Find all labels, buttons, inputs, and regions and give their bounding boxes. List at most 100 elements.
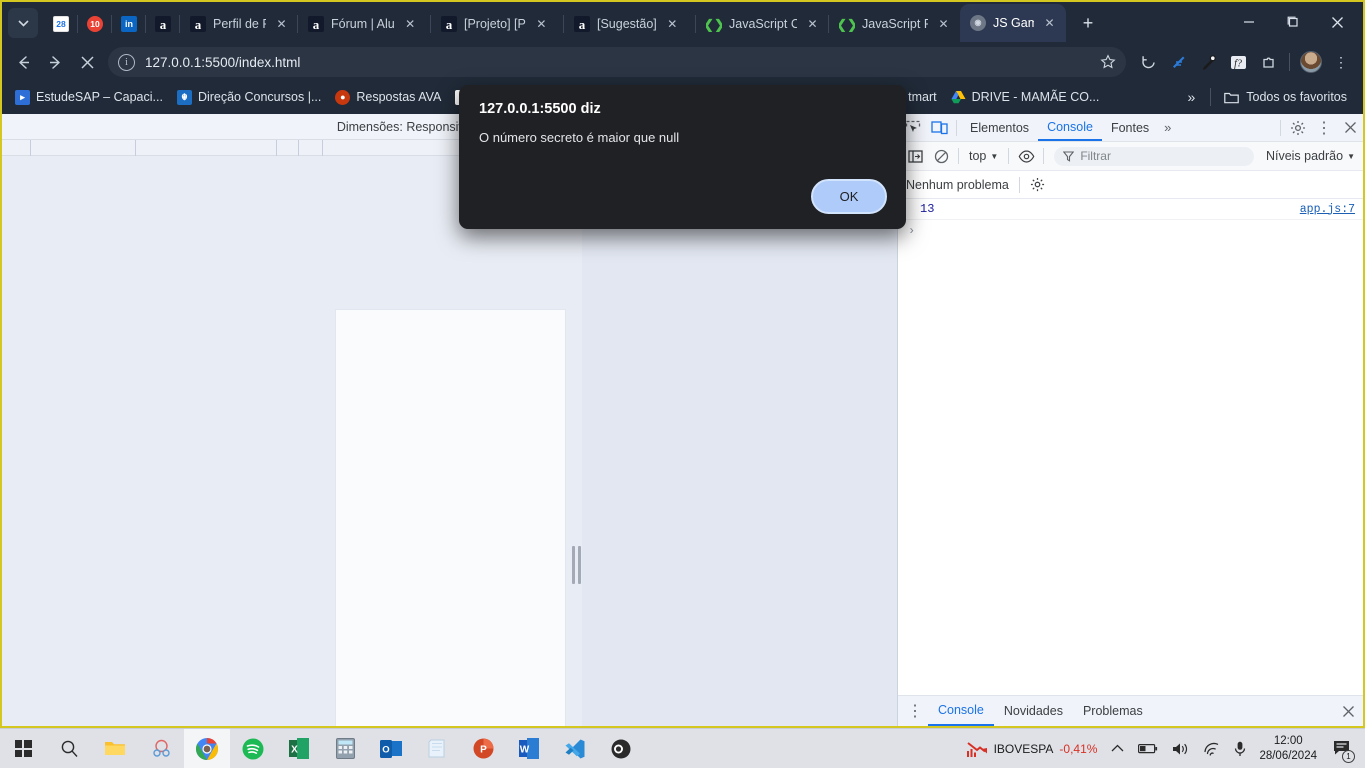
stock-widget[interactable]: IBOVESPA -0,41% (959, 740, 1105, 758)
clock-widget[interactable]: 12:00 28/06/2024 (1253, 734, 1323, 763)
tab-close-icon[interactable]: ✕ (935, 16, 952, 33)
stop-loading-button[interactable] (72, 47, 102, 77)
viewport-resize-handle-horizontal[interactable] (570, 546, 582, 584)
tab-alura-pinned[interactable]: a (146, 6, 180, 42)
tab-close-icon[interactable]: ✕ (664, 16, 681, 33)
tab-perfil-de-pessoa[interactable]: a Perfil de Pe ✕ (180, 6, 298, 42)
battery-icon[interactable] (1131, 742, 1165, 755)
drawer-tab-problemas[interactable]: Problemas (1073, 696, 1153, 726)
drawer-more-icon[interactable]: ⋮ (902, 699, 928, 723)
drawer-tab-console[interactable]: Console (928, 696, 994, 726)
obs-icon[interactable] (598, 729, 644, 768)
tab-elementos[interactable]: Elementos (961, 114, 1038, 141)
console-filter-input[interactable]: Filtrar (1054, 146, 1254, 166)
vscode-icon[interactable] (552, 729, 598, 768)
search-icon[interactable] (46, 729, 92, 768)
eyedropper-icon[interactable] (1194, 48, 1222, 76)
tab-console[interactable]: Console (1038, 114, 1102, 141)
volume-icon[interactable] (1165, 742, 1196, 756)
bookmark-item[interactable]: DRIVE - MAMÃE CO... (944, 87, 1107, 108)
wifi-icon[interactable] (1196, 742, 1227, 756)
bookmark-item[interactable]: ▸ EstudeSAP – Capaci... (8, 87, 170, 108)
drawer-tab-novidades[interactable]: Novidades (994, 696, 1073, 726)
all-bookmarks-button[interactable]: Todos os favoritos (1216, 87, 1355, 108)
microphone-icon[interactable] (1227, 741, 1253, 757)
log-source-link[interactable]: app.js:7 (1300, 203, 1355, 216)
minimize-button[interactable] (1227, 6, 1271, 38)
svg-text:P: P (480, 745, 487, 756)
tab-label: JS Game (993, 16, 1034, 30)
tab-search-chevron-icon[interactable] (8, 8, 38, 38)
spotify-icon[interactable] (230, 729, 276, 768)
avatar[interactable] (1297, 48, 1325, 76)
blue-pen-icon[interactable] (1164, 48, 1192, 76)
word-icon[interactable]: W (506, 729, 552, 768)
tab-projeto[interactable]: a [Projeto] [P ✕ (431, 6, 564, 42)
maximize-button[interactable] (1271, 6, 1315, 38)
dialog-ok-button[interactable]: OK (811, 179, 887, 214)
close-window-button[interactable] (1315, 6, 1359, 38)
calculator-icon[interactable] (322, 729, 368, 768)
console-log-row[interactable]: 13 app.js:7 (898, 199, 1363, 220)
outlook-icon[interactable]: O (368, 729, 414, 768)
gear-icon[interactable] (1030, 177, 1045, 192)
bookmark-item[interactable]: tmart (901, 87, 943, 107)
tab-js-game[interactable]: ◉ JS Game ✕ (960, 4, 1066, 42)
tab-close-icon[interactable]: ✕ (402, 16, 419, 33)
powerpoint-icon[interactable]: P (460, 729, 506, 768)
chrome-menu-icon[interactable]: ⋮ (1327, 48, 1355, 76)
new-tab-button[interactable]: + (1074, 9, 1102, 37)
console-output[interactable]: 13 app.js:7 › (898, 199, 1363, 695)
function-fx-icon[interactable]: f? (1224, 48, 1252, 76)
address-bar[interactable]: i 127.0.0.1:5500/index.html (108, 47, 1126, 77)
tab-gcal[interactable]: 28 (44, 6, 78, 42)
tab-close-icon[interactable]: ✕ (273, 16, 290, 33)
bookmark-item[interactable]: ☬ Direção Concursos |... (170, 87, 328, 108)
tab-javascript-p[interactable]: ❮❯ JavaScript P ✕ (829, 6, 960, 42)
tab-close-icon[interactable]: ✕ (804, 16, 821, 33)
sticky-notes-icon[interactable] (414, 729, 460, 768)
devtools-close-icon[interactable] (1337, 116, 1363, 140)
tab-javascript-c[interactable]: ❮❯ JavaScript C ✕ (696, 6, 829, 42)
notifications-icon[interactable]: 1 (1323, 737, 1361, 763)
tab-close-icon[interactable]: ✕ (1041, 15, 1058, 32)
windows-start-icon[interactable] (0, 729, 46, 768)
linkedin-icon: in (121, 16, 137, 32)
system-tray: IBOVESPA -0,41% 12:00 28/06/2024 1 (959, 734, 1365, 763)
console-divider (958, 148, 959, 164)
log-levels-dropdown[interactable]: Níveis padrão ▼ (1260, 149, 1361, 163)
console-prompt[interactable]: › (898, 220, 1363, 242)
tab-linkedin[interactable]: in (112, 6, 146, 42)
devtools-more-icon[interactable]: ⋮ (1311, 116, 1337, 140)
devtools-divider (956, 119, 957, 136)
sync-refresh-icon[interactable] (1134, 48, 1162, 76)
execution-context-dropdown[interactable]: top ▼ (963, 149, 1004, 163)
context-label: top (969, 149, 987, 163)
snipping-tool-icon[interactable] (138, 729, 184, 768)
live-expression-icon[interactable] (1013, 144, 1039, 168)
bookmarks-overflow-icon[interactable]: » (1177, 87, 1205, 107)
extensions-puzzle-icon[interactable] (1254, 48, 1282, 76)
gear-icon[interactable] (1285, 116, 1311, 140)
issues-divider (1018, 176, 1020, 193)
bookmark-star-icon[interactable] (1096, 50, 1120, 74)
tab-calendar-10[interactable]: 10 (78, 6, 112, 42)
info-icon[interactable]: i (118, 53, 135, 71)
back-button[interactable] (8, 47, 38, 77)
tab-label: [Projeto] [P (464, 17, 526, 31)
tab-forum-alura[interactable]: a Fórum | Alu ✕ (298, 6, 431, 42)
drawer-close-icon[interactable] (1335, 699, 1361, 723)
file-explorer-icon[interactable] (92, 729, 138, 768)
forward-button[interactable] (40, 47, 70, 77)
chrome-icon[interactable] (184, 728, 230, 768)
tab-close-icon[interactable]: ✕ (533, 16, 550, 33)
excel-icon[interactable]: X (276, 729, 322, 768)
panels-overflow-icon[interactable]: » (1158, 120, 1177, 135)
tab-sugestao[interactable]: a [Sugestão] ✕ (564, 6, 696, 42)
log-value: 13 (920, 202, 935, 216)
bookmark-item[interactable]: ● Respostas AVA (328, 87, 448, 108)
tray-overflow-icon[interactable] (1104, 744, 1131, 753)
device-toolbar-icon[interactable] (926, 116, 952, 140)
clear-console-icon[interactable] (928, 144, 954, 168)
tab-fontes[interactable]: Fontes (1102, 114, 1158, 141)
